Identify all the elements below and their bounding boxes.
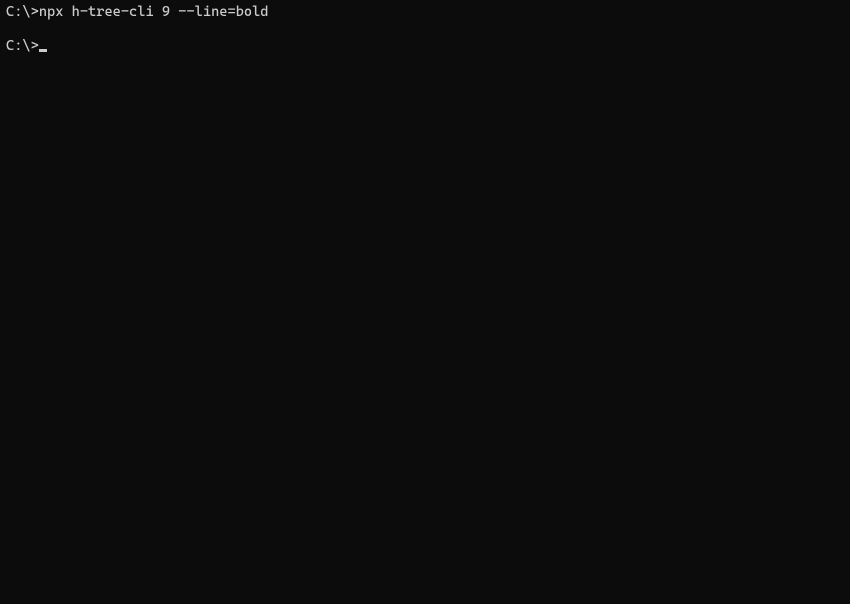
terminal-window[interactable]: C:\>npx h-tree-cli 9 --line=bold C:\> bbox=[0, 0, 850, 59]
prompt-line-1: C:\>npx h-tree-cli 9 --line=bold bbox=[6, 4, 269, 20]
prompt-prefix: C:\> bbox=[6, 4, 39, 20]
cursor bbox=[39, 49, 47, 52]
prompt-prefix-2: C:\> bbox=[6, 38, 39, 54]
prompt-line-2: C:\> bbox=[6, 38, 47, 54]
command-text: npx h-tree-cli 9 --line=bold bbox=[39, 4, 269, 20]
